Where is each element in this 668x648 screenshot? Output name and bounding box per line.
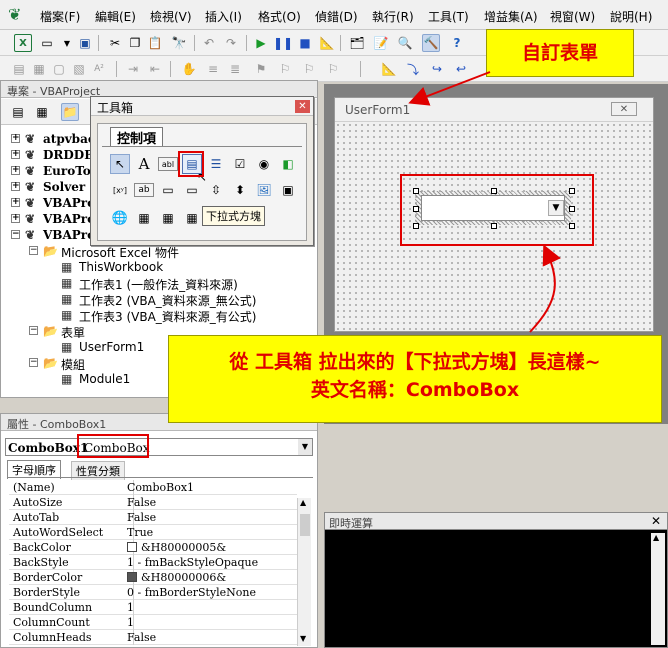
arrow-to-combobox bbox=[529, 244, 561, 333]
annotation-arrows bbox=[408, 71, 561, 333]
arrow-to-userform bbox=[408, 71, 491, 106]
